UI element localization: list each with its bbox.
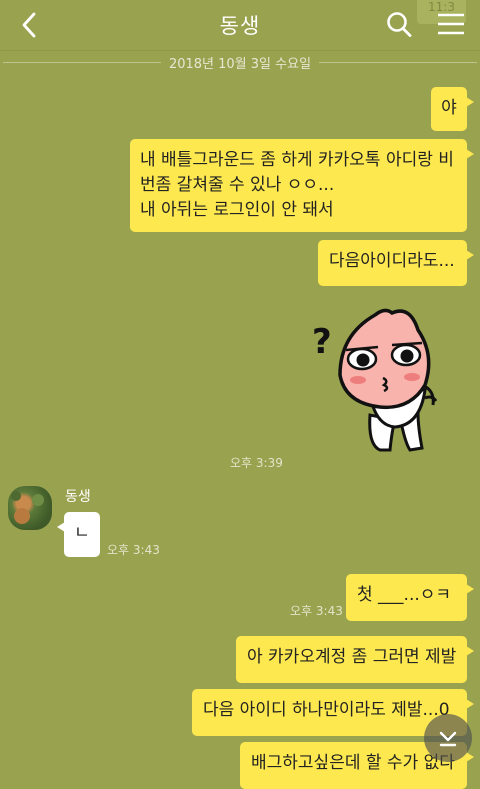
message-text: 다음아이디라도... [329, 251, 455, 271]
sender-name: 동생 [65, 489, 91, 505]
avatar[interactable] [8, 486, 52, 530]
message-time: 오후 3:39 [230, 456, 283, 470]
chat-header: 11:3 동생 [0, 0, 480, 51]
question-mark: ? [312, 322, 332, 362]
message-text: 첫 ___...ㅇㅋ [357, 585, 452, 605]
chevron-down-icon [439, 731, 457, 747]
my-message-bubble[interactable]: 아 카카오계정 좀 그러면 제발 [236, 636, 474, 683]
message-text: ㄴ [74, 523, 90, 543]
scroll-to-bottom-button[interactable] [424, 714, 472, 762]
message-line: 내 배틀그라운드 좀 하게 카카오톡 아디랑 비 [140, 150, 454, 170]
message-text: 다음 아이디 하나만이라도 제발...0 [203, 700, 450, 720]
message-line: 번좀 갈쳐줄 수 있나 ㅇㅇ... [140, 175, 335, 195]
search-button[interactable] [385, 8, 415, 40]
message-text: 야 [441, 98, 457, 118]
peach-character-icon: ? [312, 308, 438, 452]
profile-photo-icon [11, 491, 44, 524]
divider-line [2, 61, 161, 63]
message-time: 오후 3:43 [290, 604, 343, 618]
search-icon [387, 12, 412, 37]
message-text: 아 카카오계정 좀 그러면 제발 [247, 647, 457, 667]
message-text: 배그하고싶은데 할 수가 없다 [251, 753, 455, 773]
date-label: 2018년 10월 3일 수요일 [168, 56, 312, 72]
my-message-bubble[interactable]: 첫 ___...ㅇㅋ [346, 574, 474, 621]
peach-sticker[interactable]: ? [300, 295, 470, 460]
message-line: 내 아뒤는 로그인이 안 돼서 [140, 200, 334, 220]
my-message-bubble[interactable]: 야 [431, 87, 474, 131]
hamburger-menu-icon [438, 13, 464, 35]
my-message-bubble[interactable]: 다음아이디라도... [318, 240, 474, 286]
date-divider: 2018년 10월 3일 수요일 [0, 52, 480, 72]
divider-line [319, 61, 478, 63]
my-message-bubble[interactable]: 내 배틀그라운드 좀 하게 카카오톡 아디랑 비 번좀 갈쳐줄 수 있나 ㅇㅇ.… [130, 139, 474, 232]
message-time: 오후 3:43 [107, 543, 160, 557]
menu-button[interactable] [434, 8, 468, 40]
other-message-bubble[interactable]: ㄴ [57, 512, 100, 557]
